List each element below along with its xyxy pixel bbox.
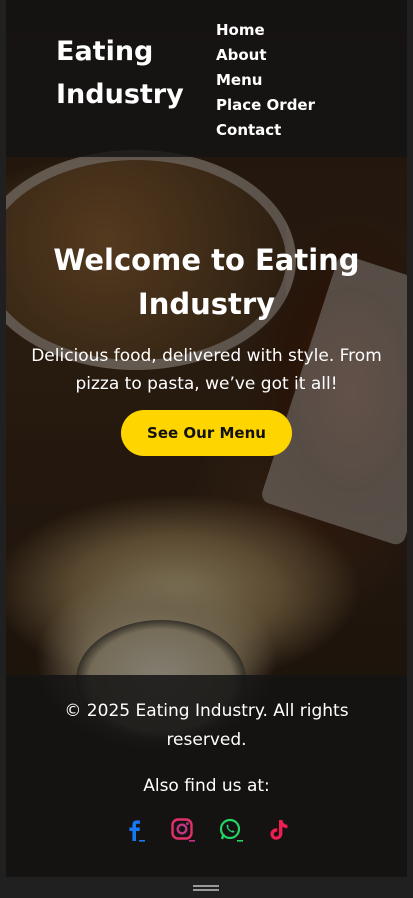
tiktok-icon[interactable] (266, 817, 292, 843)
hero-title: Welcome to Eating Industry (53, 243, 360, 321)
resize-bar (0, 877, 413, 898)
site-header: Eating Industry Home About Menu Place Or… (6, 0, 407, 157)
nav-home[interactable]: Home (216, 18, 315, 43)
facebook-icon[interactable] (122, 817, 148, 843)
nav-menu[interactable]: Menu (216, 68, 315, 93)
instagram-icon[interactable] (170, 817, 196, 843)
site-footer: © 2025 Eating Industry. All rights reser… (6, 675, 407, 877)
hero-subtitle: Delicious food, delivered with style. Fr… (31, 346, 382, 394)
window-edge-right (407, 0, 413, 877)
brand-logo[interactable]: Eating Industry (56, 30, 196, 116)
nav-contact[interactable]: Contact (216, 118, 315, 143)
nav-about[interactable]: About (216, 43, 315, 68)
hero-section: Welcome to Eating Industry Delicious foo… (6, 238, 407, 456)
copyright-text: © 2025 Eating Industry. All rights reser… (64, 701, 349, 750)
page-viewport: Eating Industry Home About Menu Place Or… (6, 0, 407, 877)
social-links (6, 817, 407, 843)
resize-handle-icon[interactable] (193, 885, 219, 891)
nav-place-order[interactable]: Place Order (216, 93, 315, 118)
main-nav: Home About Menu Place Order Contact (216, 18, 315, 143)
see-menu-button[interactable]: See Our Menu (121, 410, 292, 456)
whatsapp-icon[interactable] (218, 817, 244, 843)
find-us-label: Also find us at: (143, 776, 270, 796)
